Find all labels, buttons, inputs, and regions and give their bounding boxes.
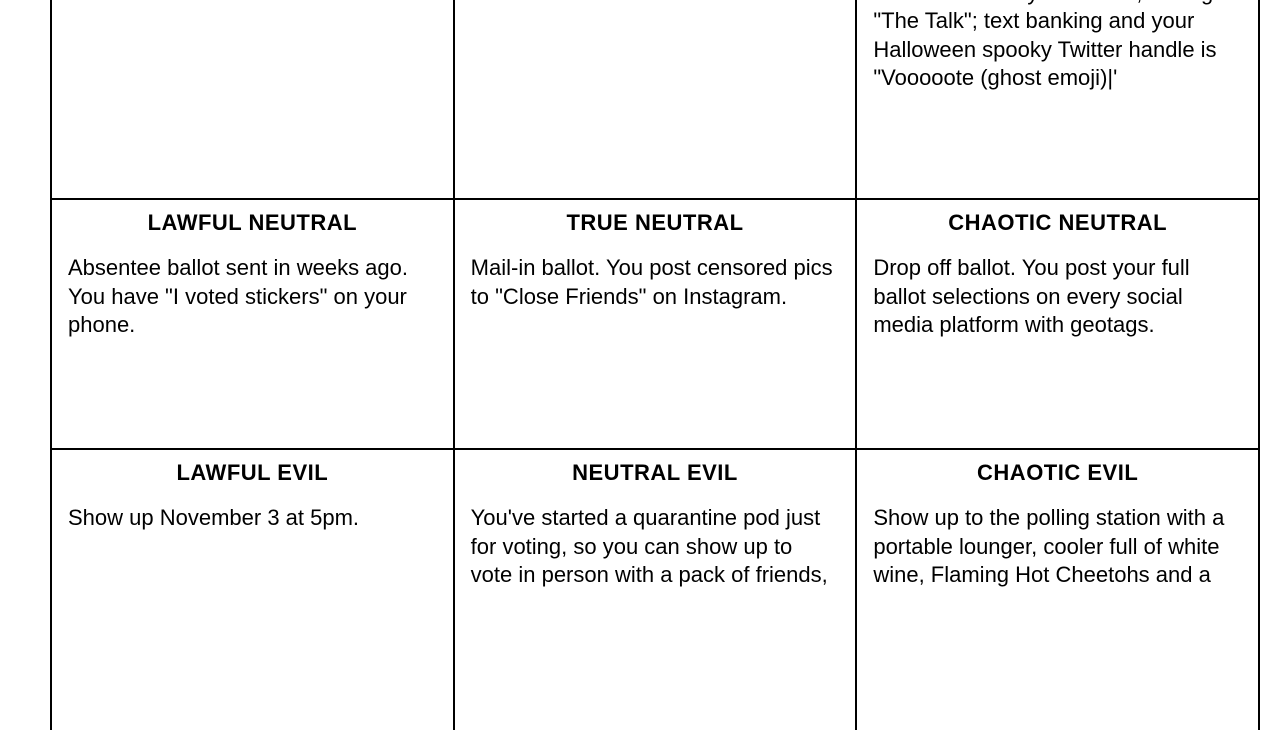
cell-body: You're handwriting letters. Calling all …	[873, 0, 1242, 93]
alignment-grid: LAWFUL GOOD Drop-off ballot. Blast on So…	[50, 0, 1260, 730]
cell-title: CHAOTIC EVIL	[873, 460, 1242, 486]
cell-title: CHAOTIC NEUTRAL	[873, 210, 1242, 236]
cell-body: Drop off ballot. You post your full ball…	[873, 254, 1242, 340]
cell-body: Show up November 3 at 5pm.	[68, 504, 437, 533]
cell-chaotic-good: CHAOTIC GOOD You're handwriting letters.…	[857, 0, 1260, 200]
cell-title: LAWFUL EVIL	[68, 460, 437, 486]
cell-neutral-evil: NEUTRAL EVIL You've started a quarantine…	[455, 450, 858, 730]
cell-lawful-good: LAWFUL GOOD Drop-off ballot. Blast on So…	[52, 0, 455, 200]
cell-lawful-neutral: LAWFUL NEUTRAL Absentee ballot sent in w…	[52, 200, 455, 450]
cell-chaotic-neutral: CHAOTIC NEUTRAL Drop off ballot. You pos…	[857, 200, 1260, 450]
cell-chaotic-evil: CHAOTIC EVIL Show up to the polling stat…	[857, 450, 1260, 730]
cell-body: Absentee ballot sent in weeks ago. You h…	[68, 254, 437, 340]
cell-title: LAWFUL NEUTRAL	[68, 210, 437, 236]
cell-title: TRUE NEUTRAL	[471, 210, 840, 236]
cell-body: Mail-in ballot. You post censored pics t…	[471, 254, 840, 311]
cell-body: Mail-in ballot. Text banking swing state…	[471, 0, 840, 7]
cell-lawful-evil: LAWFUL EVIL Show up November 3 at 5pm.	[52, 450, 455, 730]
cell-title: NEUTRAL EVIL	[471, 460, 840, 486]
cell-neutral-good: NEUTRAL GOOD Mail-in ballot. Text bankin…	[455, 0, 858, 200]
cell-true-neutral: TRUE NEUTRAL Mail-in ballot. You post ce…	[455, 200, 858, 450]
cell-body: You've started a quarantine pod just for…	[471, 504, 840, 590]
cell-body: Show up to the polling station with a po…	[873, 504, 1242, 590]
